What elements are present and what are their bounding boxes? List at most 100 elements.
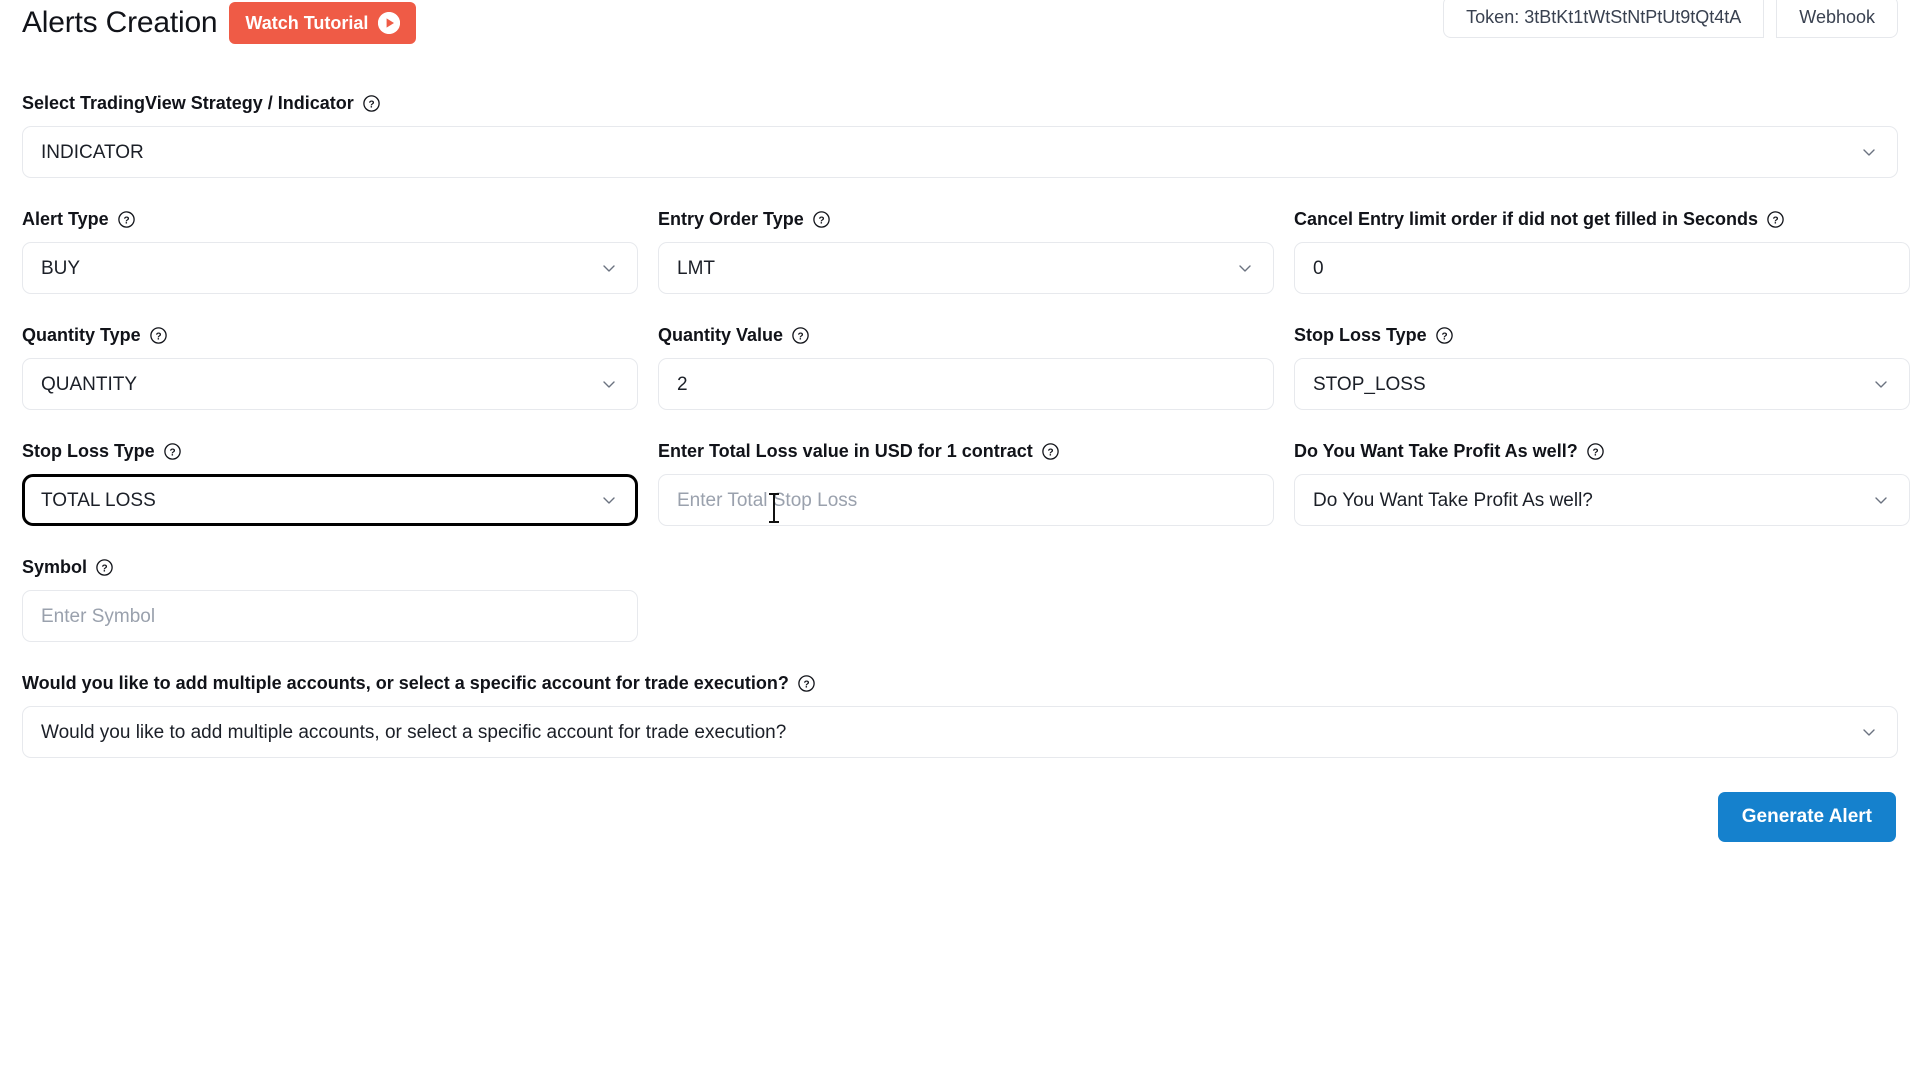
label-symbol-text: Symbol: [22, 557, 88, 577]
form-row-symbol: Symbol ? Enter Symbol: [22, 556, 1898, 642]
svg-text:?: ?: [803, 679, 809, 690]
form-row-quantity: Quantity Type ? QUANTITY Quantity Value …: [22, 324, 1910, 410]
alert-type-select[interactable]: BUY: [22, 242, 638, 294]
label-strategy: Select TradingView Strategy / Indicator …: [22, 92, 1898, 114]
field-total-loss-value: Enter Total Loss value in USD for 1 cont…: [658, 440, 1274, 526]
top-bar: Alerts Creation Watch Tutorial Token: 3t…: [22, 0, 1898, 44]
svg-text:?: ?: [1773, 215, 1779, 226]
quantity-type-value: QUANTITY: [41, 373, 138, 395]
label-alert-type-text: Alert Type: [22, 209, 109, 229]
strategy-select-value: INDICATOR: [41, 141, 144, 163]
total-loss-value-placeholder: Enter Total Stop Loss: [677, 489, 858, 511]
help-icon[interactable]: ?: [149, 326, 167, 344]
quantity-type-select[interactable]: QUANTITY: [22, 358, 638, 410]
stop-loss-type-select[interactable]: STOP_LOSS: [1294, 358, 1910, 410]
form-row-accounts: Would you like to add multiple accounts,…: [22, 672, 1898, 758]
field-strategy: Select TradingView Strategy / Indicator …: [22, 92, 1898, 178]
label-cancel-entry-seconds-text: Cancel Entry limit order if did not get …: [1294, 209, 1759, 229]
token-label: Token: 3tBtKt1tWtStNtPtUt9tQt4tA: [1466, 6, 1742, 27]
help-icon[interactable]: ?: [798, 674, 815, 692]
field-accounts: Would you like to add multiple accounts,…: [22, 672, 1898, 758]
chevron-down-icon: [1859, 142, 1879, 162]
help-icon[interactable]: ?: [1767, 210, 1784, 228]
help-icon[interactable]: ?: [117, 210, 135, 228]
field-entry-order-type: Entry Order Type ? LMT: [658, 208, 1274, 294]
watch-tutorial-button[interactable]: Watch Tutorial: [229, 2, 417, 44]
chevron-down-icon: [599, 374, 619, 394]
help-icon[interactable]: ?: [792, 326, 809, 344]
label-alert-type: Alert Type ?: [22, 208, 638, 230]
label-quantity-type: Quantity Type ?: [22, 324, 638, 346]
symbol-input[interactable]: Enter Symbol: [22, 590, 638, 642]
alerts-creation-page: Alerts Creation Watch Tutorial Token: 3t…: [0, 0, 1920, 1080]
field-quantity-value: Quantity Value ? 2: [658, 324, 1274, 410]
field-take-profit: Do You Want Take Profit As well? ? Do Yo…: [1294, 440, 1910, 526]
field-quantity-type: Quantity Type ? QUANTITY: [22, 324, 638, 410]
cancel-entry-seconds-value: 0: [1313, 257, 1324, 279]
label-quantity-value-text: Quantity Value: [658, 325, 784, 345]
label-entry-order-type-text: Entry Order Type: [658, 209, 804, 229]
field-stop-loss-type: Stop Loss Type ? STOP_LOSS: [1294, 324, 1910, 410]
symbol-placeholder: Enter Symbol: [41, 605, 156, 627]
svg-text:?: ?: [368, 99, 374, 110]
field-alert-type: Alert Type ? BUY: [22, 208, 638, 294]
top-bar-right: Token: 3tBtKt1tWtStNtPtUt9tQt4tA Webhook: [1443, 0, 1898, 38]
help-icon[interactable]: ?: [812, 210, 830, 228]
svg-text:?: ?: [797, 331, 803, 342]
strategy-select[interactable]: INDICATOR: [22, 126, 1898, 178]
help-icon[interactable]: ?: [363, 94, 380, 112]
label-cancel-entry-seconds: Cancel Entry limit order if did not get …: [1294, 208, 1910, 230]
accounts-select[interactable]: Would you like to add multiple accounts,…: [22, 706, 1898, 758]
help-icon[interactable]: ?: [1586, 442, 1604, 460]
accounts-select-value: Would you like to add multiple accounts,…: [41, 721, 787, 743]
form-row-strategy: Select TradingView Strategy / Indicator …: [22, 92, 1898, 178]
webhook-label: Webhook: [1799, 6, 1875, 27]
webhook-button[interactable]: Webhook: [1776, 0, 1898, 38]
token-display: Token: 3tBtKt1tWtStNtPtUt9tQt4tA: [1443, 0, 1765, 38]
label-stop-loss-type-text: Stop Loss Type: [1294, 325, 1427, 345]
stop-loss-type-value: STOP_LOSS: [1313, 373, 1426, 395]
svg-text:?: ?: [155, 331, 161, 342]
cancel-entry-seconds-input[interactable]: 0: [1294, 242, 1910, 294]
alert-form: Select TradingView Strategy / Indicator …: [22, 92, 1910, 842]
label-stop-loss-type-secondary-text: Stop Loss Type: [22, 441, 155, 461]
label-take-profit: Do You Want Take Profit As well? ?: [1294, 440, 1910, 462]
label-accounts-text: Would you like to add multiple accounts,…: [22, 673, 789, 693]
stop-loss-type-secondary-select[interactable]: TOTAL LOSS: [22, 474, 638, 526]
svg-text:?: ?: [1441, 331, 1447, 342]
svg-text:?: ?: [101, 563, 107, 574]
chevron-down-icon: [1871, 490, 1891, 510]
label-quantity-value: Quantity Value ?: [658, 324, 1274, 346]
total-loss-value-input[interactable]: Enter Total Stop Loss: [658, 474, 1274, 526]
field-symbol: Symbol ? Enter Symbol: [22, 556, 638, 642]
label-symbol: Symbol ?: [22, 556, 638, 578]
watch-tutorial-label: Watch Tutorial: [245, 12, 369, 33]
chevron-down-icon: [599, 258, 619, 278]
svg-text:?: ?: [169, 447, 175, 458]
help-icon[interactable]: ?: [1042, 442, 1059, 460]
label-stop-loss-type: Stop Loss Type ?: [1294, 324, 1910, 346]
help-icon[interactable]: ?: [96, 558, 113, 576]
svg-text:?: ?: [1047, 447, 1053, 458]
label-strategy-text: Select TradingView Strategy / Indicator: [22, 93, 354, 113]
label-total-loss-value: Enter Total Loss value in USD for 1 cont…: [658, 440, 1274, 462]
entry-order-type-select[interactable]: LMT: [658, 242, 1274, 294]
entry-order-type-value: LMT: [677, 257, 715, 279]
generate-alert-button[interactable]: Generate Alert: [1717, 792, 1896, 842]
field-stop-loss-type-secondary: Stop Loss Type ? TOTAL LOSS: [22, 440, 638, 526]
chevron-down-icon: [1235, 258, 1255, 278]
take-profit-select[interactable]: Do You Want Take Profit As well?: [1294, 474, 1910, 526]
field-cancel-entry-seconds: Cancel Entry limit order if did not get …: [1294, 208, 1910, 294]
alert-type-value: BUY: [41, 257, 81, 279]
svg-text:?: ?: [818, 215, 824, 226]
label-take-profit-text: Do You Want Take Profit As well?: [1294, 441, 1578, 461]
chevron-down-icon: [1859, 722, 1879, 742]
svg-text:?: ?: [1592, 447, 1598, 458]
form-row-total-loss: Stop Loss Type ? TOTAL LOSS Enter Total …: [22, 440, 1910, 526]
quantity-value-input[interactable]: 2: [658, 358, 1274, 410]
help-icon[interactable]: ?: [1435, 326, 1453, 344]
help-icon[interactable]: ?: [163, 442, 181, 460]
page-title: Alerts Creation: [22, 6, 218, 39]
label-accounts: Would you like to add multiple accounts,…: [22, 672, 1898, 694]
chevron-down-icon: [1871, 374, 1891, 394]
